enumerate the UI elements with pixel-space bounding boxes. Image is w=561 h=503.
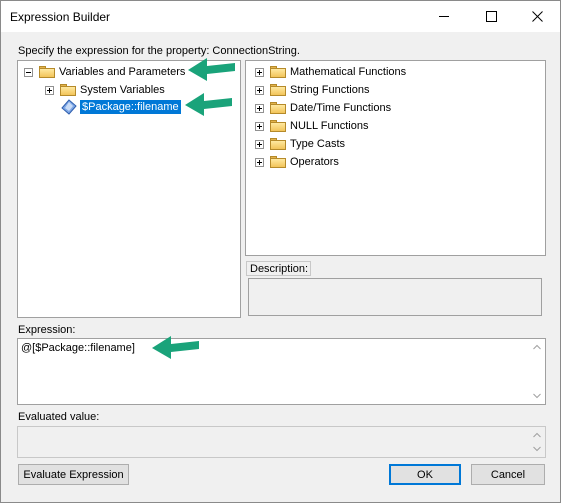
close-icon (531, 11, 543, 22)
tree-node-datetime-functions[interactable]: Date/Time Functions (255, 100, 391, 116)
folder-icon (270, 156, 286, 168)
folder-icon (60, 84, 76, 96)
tree-node-label: Variables and Parameters (59, 66, 186, 78)
ok-button[interactable]: OK (389, 464, 461, 485)
expand-toggle-icon[interactable] (255, 157, 264, 167)
expression-input[interactable]: @[$Package::filename] (17, 338, 546, 405)
tree-node-type-casts[interactable]: Type Casts (255, 136, 345, 152)
minimize-icon (438, 16, 449, 17)
tree-node-string-functions[interactable]: String Functions (255, 82, 369, 98)
cancel-button[interactable]: Cancel (471, 464, 545, 485)
scroll-down-icon[interactable] (533, 393, 541, 399)
tree-node-variables-and-parameters[interactable]: Variables and Parameters (24, 64, 185, 80)
expression-builder-dialog: Expression Builder Specify the expressio… (0, 0, 561, 503)
evaluated-value-label: Evaluated value: (18, 411, 100, 423)
close-button[interactable] (514, 1, 560, 32)
maximize-icon (485, 11, 497, 22)
tree-node-label: System Variables (80, 84, 165, 96)
title-bar: Expression Builder (1, 1, 560, 32)
tree-node-system-variables[interactable]: System Variables (45, 82, 165, 98)
tree-node-label: Date/Time Functions (290, 102, 392, 114)
expand-toggle-icon[interactable] (255, 67, 264, 77)
tree-node-label: Type Casts (290, 138, 346, 150)
folder-icon (270, 66, 286, 78)
tree-node-package-filename[interactable]: $Package::filename (61, 99, 181, 115)
evaluate-expression-button[interactable]: Evaluate Expression (18, 464, 129, 485)
tree-node-label: $Package::filename (80, 100, 181, 114)
tree-node-label: Mathematical Functions (290, 66, 407, 78)
folder-icon (270, 138, 286, 150)
scroll-up-icon[interactable] (533, 432, 541, 438)
variable-icon (61, 99, 77, 115)
evaluated-value-scrollbar[interactable] (530, 428, 544, 456)
expand-toggle-icon[interactable] (255, 139, 264, 149)
expand-toggle-icon[interactable] (45, 85, 54, 95)
expand-toggle-icon[interactable] (255, 85, 264, 95)
tree-node-mathematical-functions[interactable]: Mathematical Functions (255, 64, 406, 80)
scroll-up-icon[interactable] (533, 344, 541, 350)
description-label: Description: (246, 261, 311, 276)
scroll-down-icon[interactable] (533, 446, 541, 452)
expression-label: Expression: (18, 324, 76, 336)
description-field (248, 278, 542, 316)
window-title: Expression Builder (10, 10, 111, 24)
tree-node-null-functions[interactable]: NULL Functions (255, 118, 368, 134)
evaluated-value-field (17, 426, 546, 458)
annotation-arrow-icon (185, 93, 232, 116)
functions-tree[interactable]: Mathematical Functions String Functions … (245, 60, 546, 256)
folder-icon (39, 66, 55, 78)
expression-scrollbar[interactable] (530, 340, 544, 403)
tree-node-label: String Functions (290, 84, 370, 96)
expand-toggle-icon[interactable] (255, 103, 264, 113)
expression-text: @[$Package::filename] (21, 342, 135, 354)
tree-node-label: NULL Functions (290, 120, 369, 132)
annotation-arrow-icon (188, 58, 235, 81)
tree-node-label: Operators (290, 156, 339, 168)
expand-toggle-icon[interactable] (255, 121, 264, 131)
tree-node-operators[interactable]: Operators (255, 154, 339, 170)
maximize-button[interactable] (468, 1, 514, 32)
property-prompt: Specify the expression for the property:… (18, 45, 300, 57)
minimize-button[interactable] (421, 1, 467, 32)
folder-icon (270, 84, 286, 96)
collapse-toggle-icon[interactable] (24, 67, 33, 77)
folder-icon (270, 120, 286, 132)
annotation-arrow-icon (152, 336, 199, 359)
folder-icon (270, 102, 286, 114)
